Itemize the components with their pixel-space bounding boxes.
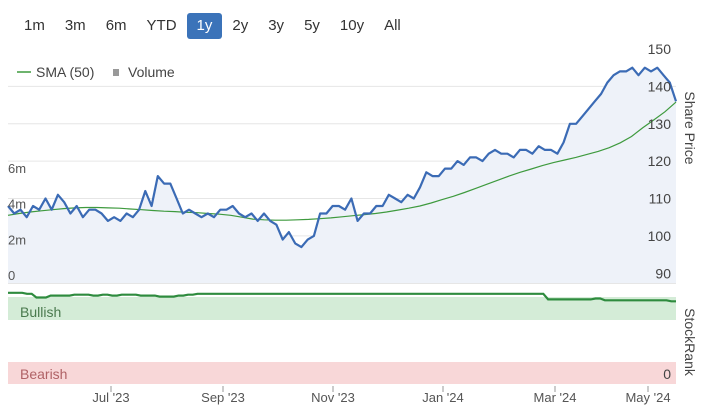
x-tick-label: Mar '24 — [534, 390, 577, 405]
rank-zero-label: 0 — [663, 366, 671, 382]
price-tick-label: 110 — [649, 191, 672, 207]
x-tick-label: Nov '23 — [311, 390, 355, 405]
volume-tick-label: 2m — [8, 232, 26, 247]
volume-tick-label: 4m — [8, 197, 26, 212]
volume-legend-label: Volume — [128, 64, 175, 80]
x-tick-label: May '24 — [625, 390, 670, 405]
price-tick-label: 130 — [648, 116, 672, 132]
price-tick-label: 90 — [655, 265, 671, 281]
price-axis-title: Share Price — [682, 91, 698, 164]
sma-legend-label: SMA (50) — [36, 64, 94, 80]
bearish-label: Bearish — [20, 366, 67, 382]
price-chart: SMA (50) Volume 90 100 110 120 130 140 150 0 2m 4… — [7, 41, 698, 405]
volume-tick-label: 6m — [8, 161, 26, 176]
bearish-band — [8, 362, 676, 384]
plot-area: 90 100 110 120 130 140 150 0 2m 4m 6m Bullish Bearis… — [7, 41, 678, 405]
price-area — [8, 67, 676, 283]
x-tick-label: Sep '23 — [201, 390, 245, 405]
price-tick-label: 100 — [648, 228, 672, 244]
price-tick-label: 140 — [648, 78, 672, 94]
price-tick-label: 150 — [648, 41, 672, 57]
price-tick-label: 120 — [648, 153, 672, 169]
rank-axis-title: StockRank — [682, 308, 698, 377]
volume-legend-swatch — [113, 69, 119, 76]
x-tick-label: Jan '24 — [422, 390, 464, 405]
volume-tick-label: 0 — [8, 268, 15, 283]
bullish-label: Bullish — [20, 304, 61, 320]
x-tick-label: Jul '23 — [92, 390, 129, 405]
legend: SMA (50) Volume — [17, 64, 175, 80]
